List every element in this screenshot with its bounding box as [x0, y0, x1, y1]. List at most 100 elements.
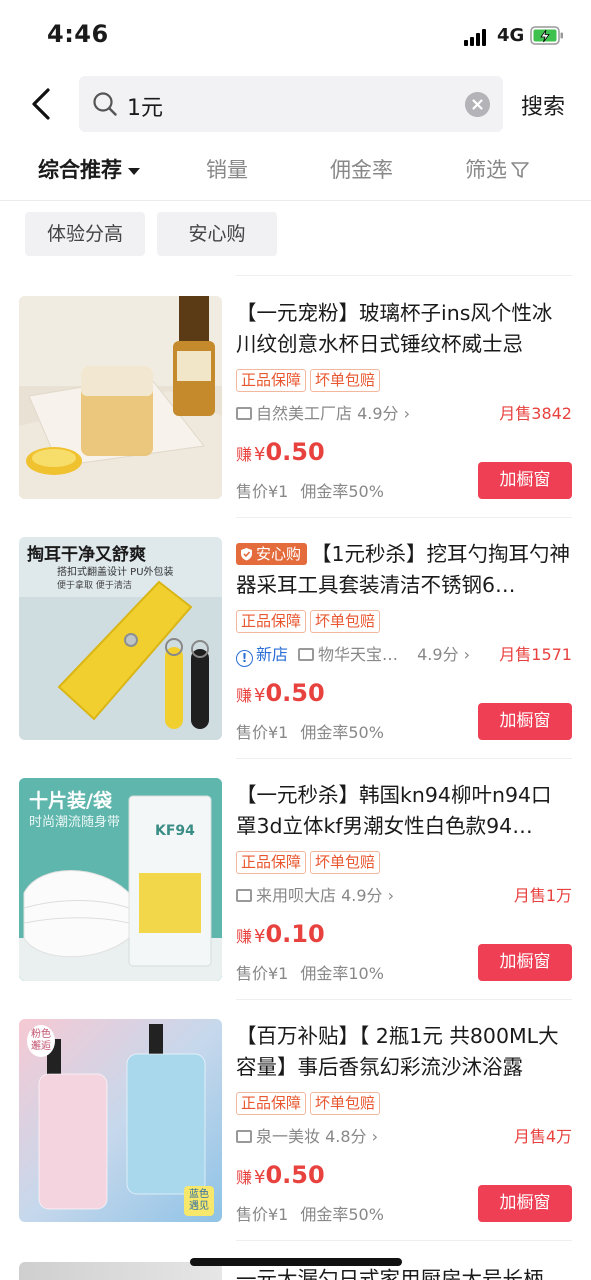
back-icon[interactable] [22, 84, 62, 124]
shop-icon [298, 648, 315, 661]
tab-filter[interactable]: 筛选 [465, 154, 530, 184]
search-button[interactable]: 搜索 [521, 89, 565, 121]
shop-rating: 4.9分 [417, 645, 459, 664]
product-title[interactable]: 【一元秒杀】韩国kn94柳叶n94口罩3d立体kf男潮女性白色款94… [236, 780, 572, 842]
product-title[interactable]: 【百万补贴】【 2瓶1元 共800ML大容量】事后香氛幻彩流沙沐浴露 [236, 1021, 572, 1083]
shop-icon [236, 407, 252, 420]
image-caption: 便于拿取 便于清洁 [57, 581, 132, 591]
price-info: 售价¥1 佣金率10% [236, 960, 396, 984]
product-card[interactable]: 粉色邂逅 蓝色遇见 【百万补贴】【 2瓶1元 共800ML大容量】事后香氛幻彩流… [0, 1019, 591, 1249]
shop-name: 来用呗大店 [256, 886, 337, 905]
tab-label: 筛选 [465, 158, 507, 182]
new-shop-badge: ! 新店 [236, 645, 288, 667]
product-tags: 正品保障 坏单包赔 [236, 369, 384, 393]
product-title[interactable]: 【一元宠粉】玻璃杯子ins风个性冰川纹创意水杯日式锤纹杯威士忌 [236, 298, 572, 360]
pack-label: KF94 [155, 823, 195, 839]
shop-link[interactable]: 来用呗大店 4.9分 › [236, 885, 394, 907]
product-card[interactable]: 【一元宠粉】玻璃杯子ins风个性冰川纹创意水杯日式锤纹杯威士忌 正品保障 坏单包赔… [0, 296, 591, 526]
product-tags: 正品保障 坏单包赔 [236, 1092, 384, 1116]
tab-sales[interactable]: 销量 [206, 154, 248, 184]
monthly-sales: 月售4万 [513, 1127, 572, 1146]
tab-recommended[interactable]: 综合推荐 [38, 154, 140, 184]
product-image[interactable]: 掏耳干净又舒爽 搭扣式翻盖设计 PU外包装 便于拿取 便于清洁 [19, 537, 222, 740]
clear-icon[interactable] [465, 92, 490, 117]
price-info: 售价¥1 佣金率50% [236, 1201, 396, 1225]
image-headline: 十片装/袋 [29, 790, 112, 812]
chevron-right-icon: › [403, 404, 411, 423]
tab-commission[interactable]: 佣金率 [330, 154, 393, 184]
earnings: 赚 ¥0.10 [236, 920, 325, 948]
product-image[interactable]: 十片装/袋 时尚潮流随身带 KF94 [19, 778, 222, 981]
monthly-sales: 月售1571 [499, 645, 572, 664]
shop-rating: 4.9分 [341, 886, 383, 905]
status-bar: 4:46 4G [0, 0, 591, 70]
filter-icon [511, 162, 529, 178]
image-corner-label: 蓝色遇见 [184, 1186, 214, 1216]
image-headline: 掏耳干净又舒爽 [27, 545, 146, 565]
image-caption: 搭扣式翻盖设计 PU外包装 [57, 567, 174, 578]
sale-price: 售价¥1 [236, 723, 289, 742]
commission-rate: 佣金率10% [300, 964, 384, 983]
search-bar[interactable]: 1元 [79, 76, 503, 132]
product-image[interactable] [19, 296, 222, 499]
commission-rate: 佣金率50% [300, 1205, 384, 1224]
add-to-showcase-button[interactable]: 加橱窗 [478, 462, 572, 499]
earnings: 赚 ¥0.50 [236, 679, 325, 707]
price-info: 售价¥1 佣金率50% [236, 719, 396, 743]
price-info: 售价¥1 佣金率50% [236, 478, 396, 502]
tag-genuine: 正品保障 [236, 369, 307, 392]
filter-chip-safe-buy[interactable]: 安心购 [157, 212, 277, 256]
signal-icon [464, 28, 490, 46]
add-to-showcase-button[interactable]: 加橱窗 [478, 944, 572, 981]
divider [0, 200, 591, 201]
product-card[interactable]: 掏耳干净又舒爽 搭扣式翻盖设计 PU外包装 便于拿取 便于清洁 安心购 【1元秒杀… [0, 537, 591, 767]
shop-rating: 4.8分 [325, 1127, 367, 1146]
shop-icon [236, 889, 252, 902]
product-image[interactable]: 粉色邂逅 蓝色遇见 [19, 1019, 222, 1222]
tag-genuine: 正品保障 [236, 851, 307, 874]
tag-damage-guarantee: 坏单包赔 [310, 1092, 381, 1115]
commission-rate: 佣金率50% [300, 723, 384, 742]
product-title[interactable]: 安心购 【1元秒杀】挖耳勺掏耳勺神器采耳工具套装清洁不锈钢6… [236, 539, 572, 601]
shop-name: 自然美工厂店 [256, 404, 353, 423]
monthly-sales: 月售1万 [513, 886, 572, 905]
shop-link[interactable]: ! 新店 物华天宝… 4.9分 › [236, 644, 471, 667]
dropdown-arrow-icon [128, 167, 140, 175]
tag-damage-guarantee: 坏单包赔 [310, 369, 381, 392]
shop-name: 泉一美妆 [256, 1127, 321, 1146]
search-input[interactable]: 1元 [127, 90, 163, 122]
shop-link[interactable]: 自然美工厂店 4.9分 › [236, 403, 410, 425]
image-corner-label: 粉色邂逅 [27, 1025, 55, 1057]
chevron-right-icon: › [463, 645, 471, 664]
sale-price: 售价¥1 [236, 964, 289, 983]
divider [236, 999, 572, 1000]
divider [236, 275, 572, 276]
image-caption: 时尚潮流随身带 [29, 815, 121, 830]
filter-chip-experience[interactable]: 体验分高 [25, 212, 145, 256]
info-icon: ! [236, 650, 253, 667]
divider [236, 1240, 572, 1241]
chevron-right-icon: › [371, 1127, 379, 1146]
sale-price: 售价¥1 [236, 1205, 289, 1224]
sale-price: 售价¥1 [236, 482, 289, 501]
add-to-showcase-button[interactable]: 加橱窗 [478, 1185, 572, 1222]
monthly-sales: 月售3842 [499, 404, 572, 423]
status-time: 4:46 [47, 20, 109, 48]
shop-icon [236, 1130, 252, 1143]
earnings: 赚 ¥0.50 [236, 1161, 325, 1189]
product-tags: 正品保障 坏单包赔 [236, 610, 384, 634]
safe-buy-badge: 安心购 [236, 543, 308, 565]
home-indicator[interactable] [190, 1258, 402, 1266]
tag-genuine: 正品保障 [236, 1092, 307, 1115]
earnings: 赚 ¥0.50 [236, 438, 325, 466]
divider [236, 758, 572, 759]
shield-icon [241, 548, 252, 561]
tag-damage-guarantee: 坏单包赔 [310, 610, 381, 633]
shop-link[interactable]: 泉一美妆 4.8分 › [236, 1126, 378, 1148]
chevron-right-icon: › [387, 886, 395, 905]
product-card[interactable]: 十片装/袋 时尚潮流随身带 KF94 【一元秒杀】韩国kn94柳叶n94口罩3d… [0, 778, 591, 1008]
search-icon [93, 92, 117, 116]
tab-label: 综合推荐 [38, 158, 122, 182]
add-to-showcase-button[interactable]: 加橱窗 [478, 703, 572, 740]
tag-damage-guarantee: 坏单包赔 [310, 851, 381, 874]
